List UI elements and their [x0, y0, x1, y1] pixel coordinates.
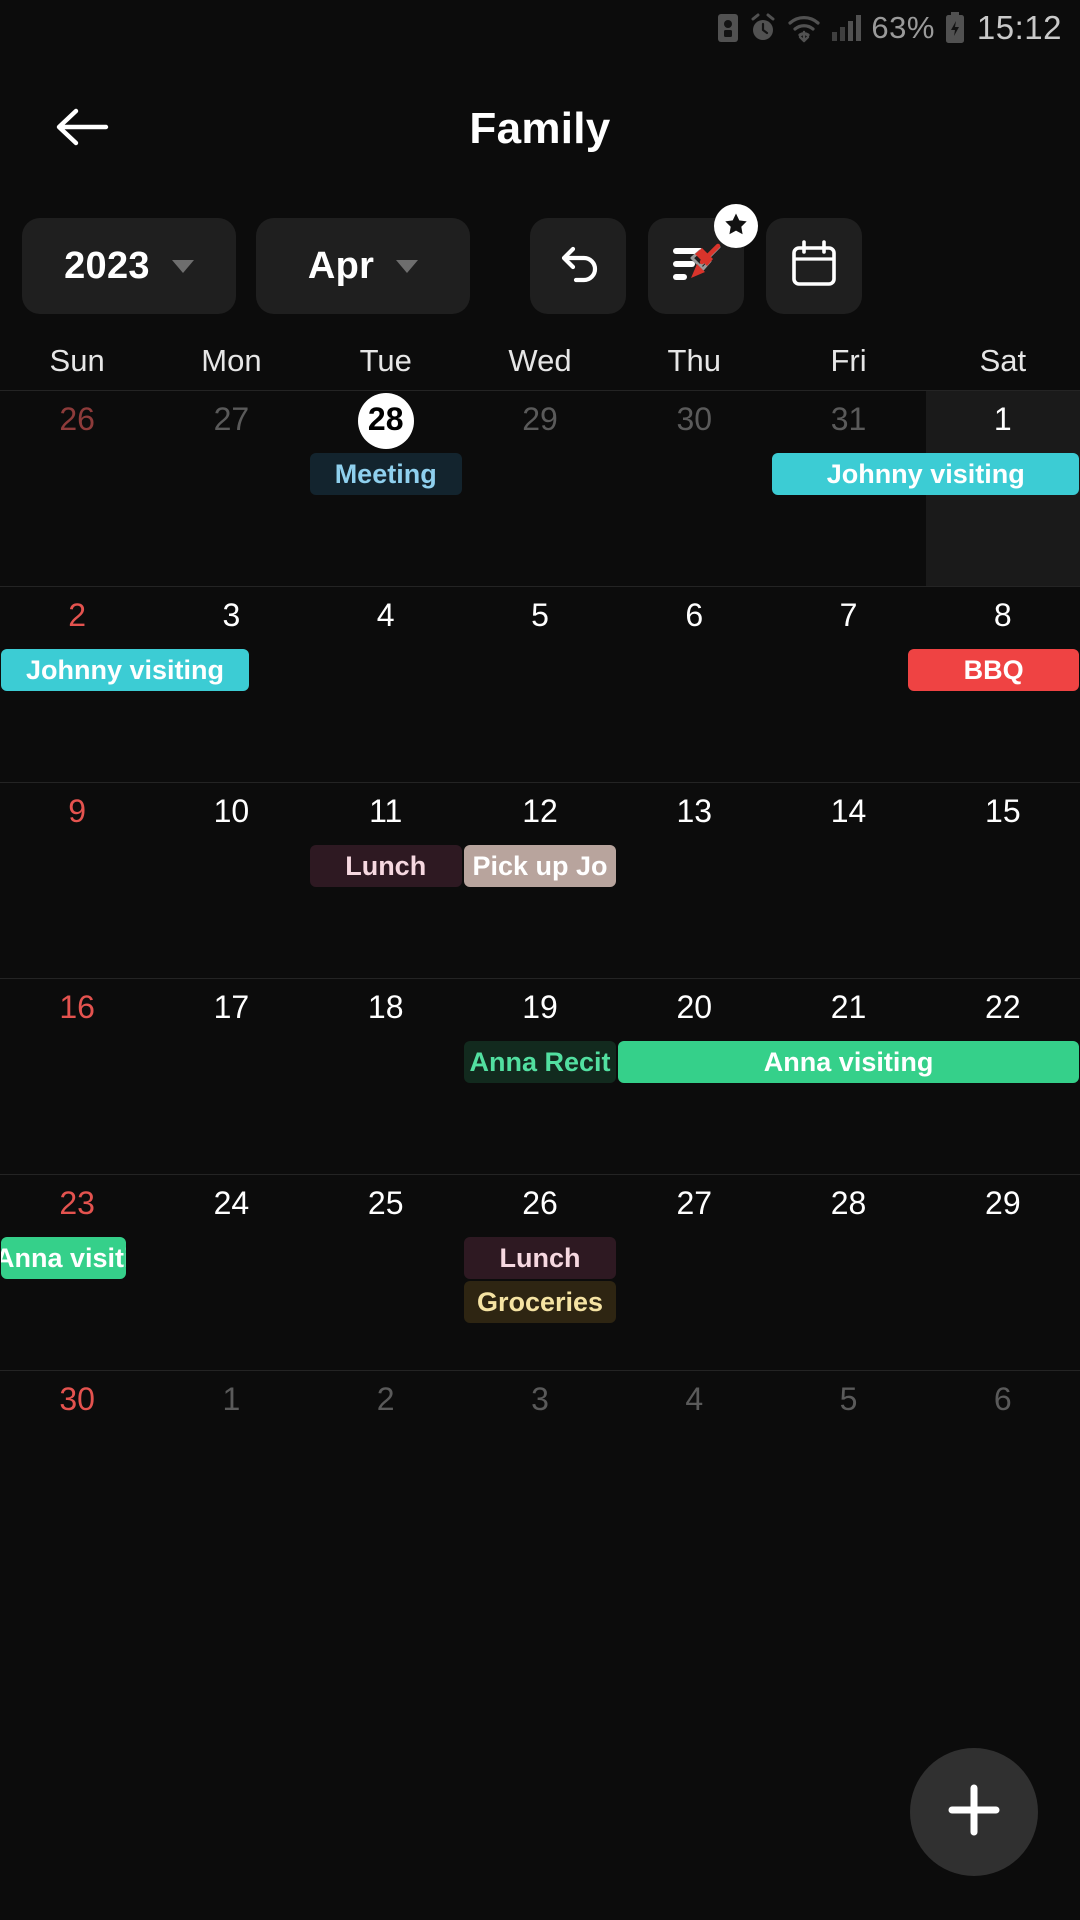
calendar-event[interactable]: Anna visiti [1, 1237, 126, 1279]
status-bar: 63% 15:12 [0, 0, 1080, 56]
month-label: Apr [307, 244, 375, 287]
calendar-event[interactable]: Lunch [309, 845, 462, 887]
calendar-grid: 26 27 28 29 30 31 1 Meeting Johnny visiting 2 3 4 5 6… [0, 390, 1080, 1920]
week-row: 23 24 25 26 27 28 29 Anna visiti Lunch Groceries [0, 1174, 1080, 1370]
weekday-header: Sun Mon Tue Wed Thu Fri Sat [0, 343, 1080, 389]
week-row: 2 3 4 5 6 7 8 Johnny visiting BBQ [0, 586, 1080, 782]
weekday-label-sat: Sat [979, 343, 1027, 378]
calendar-event[interactable]: Pick up Jo [463, 845, 617, 887]
calendar-event[interactable]: BBQ [908, 649, 1079, 691]
weekday-label-wed: Wed [508, 343, 572, 378]
wifi-icon [787, 13, 821, 43]
star-icon [723, 211, 749, 242]
events-layer: Anna Recit Anna visiting [0, 979, 1080, 1175]
page-title: Family [469, 104, 611, 153]
events-layer: Lunch Pick up Jo [0, 783, 1080, 979]
battery-percent-label: 63% [871, 10, 935, 45]
toolbar: 2023 Apr [22, 204, 1062, 314]
events-layer: Anna visiti Lunch Groceries [0, 1175, 1080, 1371]
week-row: 9 10 11 12 13 14 15 Lunch Pick up Jo [0, 782, 1080, 978]
calendar-event[interactable]: Groceries [463, 1281, 617, 1323]
chevron-down-icon [396, 259, 419, 273]
weekday-label-thu: Thu [667, 343, 721, 378]
week-row: 26 27 28 29 30 31 1 Meeting Johnny visiting [0, 390, 1080, 586]
events-layer [0, 1371, 1080, 1567]
battery-charging-icon [945, 12, 965, 44]
weekday-label-fri: Fri [830, 343, 867, 378]
status-clock: 15:12 [976, 9, 1062, 46]
plus-icon [942, 1778, 1006, 1847]
star-badge [714, 204, 758, 248]
chevron-down-icon [171, 259, 194, 273]
calendar-event[interactable]: Anna visiting [618, 1041, 1079, 1083]
calendar-event[interactable]: Johnny visiting [1, 649, 249, 691]
filter-events-button[interactable] [648, 204, 758, 314]
events-layer: Meeting Johnny visiting [0, 391, 1080, 587]
weekday-label-sun: Sun [49, 343, 105, 378]
calendar-event[interactable]: Lunch [463, 1237, 617, 1279]
calendar-event[interactable]: Anna Recit [463, 1041, 617, 1083]
add-event-fab[interactable] [910, 1748, 1038, 1876]
app-header: Family [0, 88, 1080, 170]
calendar-event[interactable]: Meeting [309, 453, 462, 495]
sim-card-icon [717, 13, 739, 43]
signal-icon [831, 14, 862, 42]
month-selector[interactable]: Apr [256, 218, 470, 314]
alarm-icon [749, 13, 777, 43]
events-layer: Johnny visiting BBQ [0, 587, 1080, 783]
filter-pin-icon [669, 238, 723, 295]
year-label: 2023 [64, 244, 150, 287]
weekday-label-mon: Mon [201, 343, 262, 378]
undo-button[interactable] [530, 218, 626, 314]
calendar-icon [789, 238, 839, 295]
undo-icon [552, 238, 604, 295]
calendar-event[interactable]: Johnny visiting [772, 453, 1079, 495]
weekday-label-tue: Tue [359, 343, 412, 378]
go-to-today-button[interactable] [766, 218, 862, 314]
week-row: 30 1 2 3 4 5 6 [0, 1370, 1080, 1566]
week-row: 16 17 18 19 20 21 22 Anna Recit Anna visiting [0, 978, 1080, 1174]
year-selector[interactable]: 2023 [22, 218, 236, 314]
